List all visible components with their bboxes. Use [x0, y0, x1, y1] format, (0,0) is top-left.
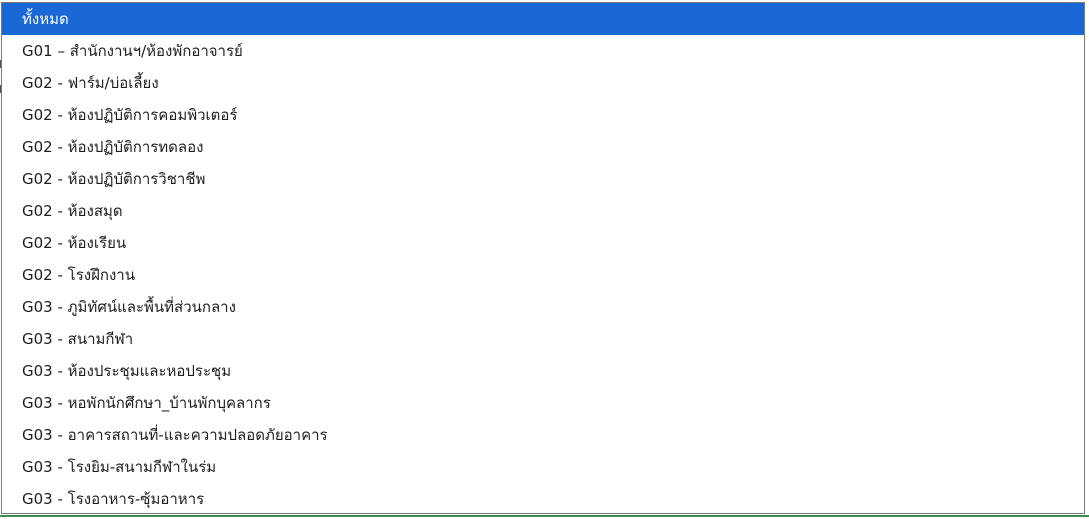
dropdown-option[interactable]: G03 - สนามกีฬา: [2, 323, 1084, 355]
dropdown-option[interactable]: G02 - ห้องปฏิบัติการคอมพิวเตอร์: [2, 99, 1084, 131]
dropdown-option[interactable]: G03 - ห้องประชุมและหอประชุม: [2, 355, 1084, 387]
dropdown-option[interactable]: G02 - ห้องสมุด: [2, 195, 1084, 227]
dropdown-option[interactable]: G03 - หอพักนักศึกษา_บ้านพักบุคลากร: [2, 387, 1084, 419]
dropdown-option[interactable]: G03 - โรงยิม-สนามกีฬาในร่ม: [2, 451, 1084, 483]
dropdown-option[interactable]: G02 - ห้องปฏิบัติการทดลอง: [2, 131, 1084, 163]
select-dropdown-list[interactable]: ทั้งหมด G01 – สำนักงานฯ/ห้องพักอาจารย์ G…: [1, 2, 1085, 514]
dropdown-option[interactable]: G02 - โรงฝึกงาน: [2, 259, 1084, 291]
dropdown-option[interactable]: G03 - โรงอาหาร-ซุ้มอาหาร: [2, 483, 1084, 513]
underlying-border: [0, 515, 1089, 517]
dropdown-option[interactable]: G03 - ภูมิทัศน์และพื้นที่ส่วนกลาง: [2, 291, 1084, 323]
dropdown-option[interactable]: G01 – สำนักงานฯ/ห้องพักอาจารย์: [2, 35, 1084, 67]
dropdown-option[interactable]: G02 - ห้องเรียน: [2, 227, 1084, 259]
dropdown-option[interactable]: G02 - ฟาร์ม/บ่อเลี้ยง: [2, 67, 1084, 99]
dropdown-option[interactable]: G03 - อาคารสถานที่-และความปลอดภัยอาคาร: [2, 419, 1084, 451]
dropdown-option-selected[interactable]: ทั้งหมด: [2, 3, 1084, 35]
dropdown-option[interactable]: G02 - ห้องปฏิบัติการวิชาชีพ: [2, 163, 1084, 195]
